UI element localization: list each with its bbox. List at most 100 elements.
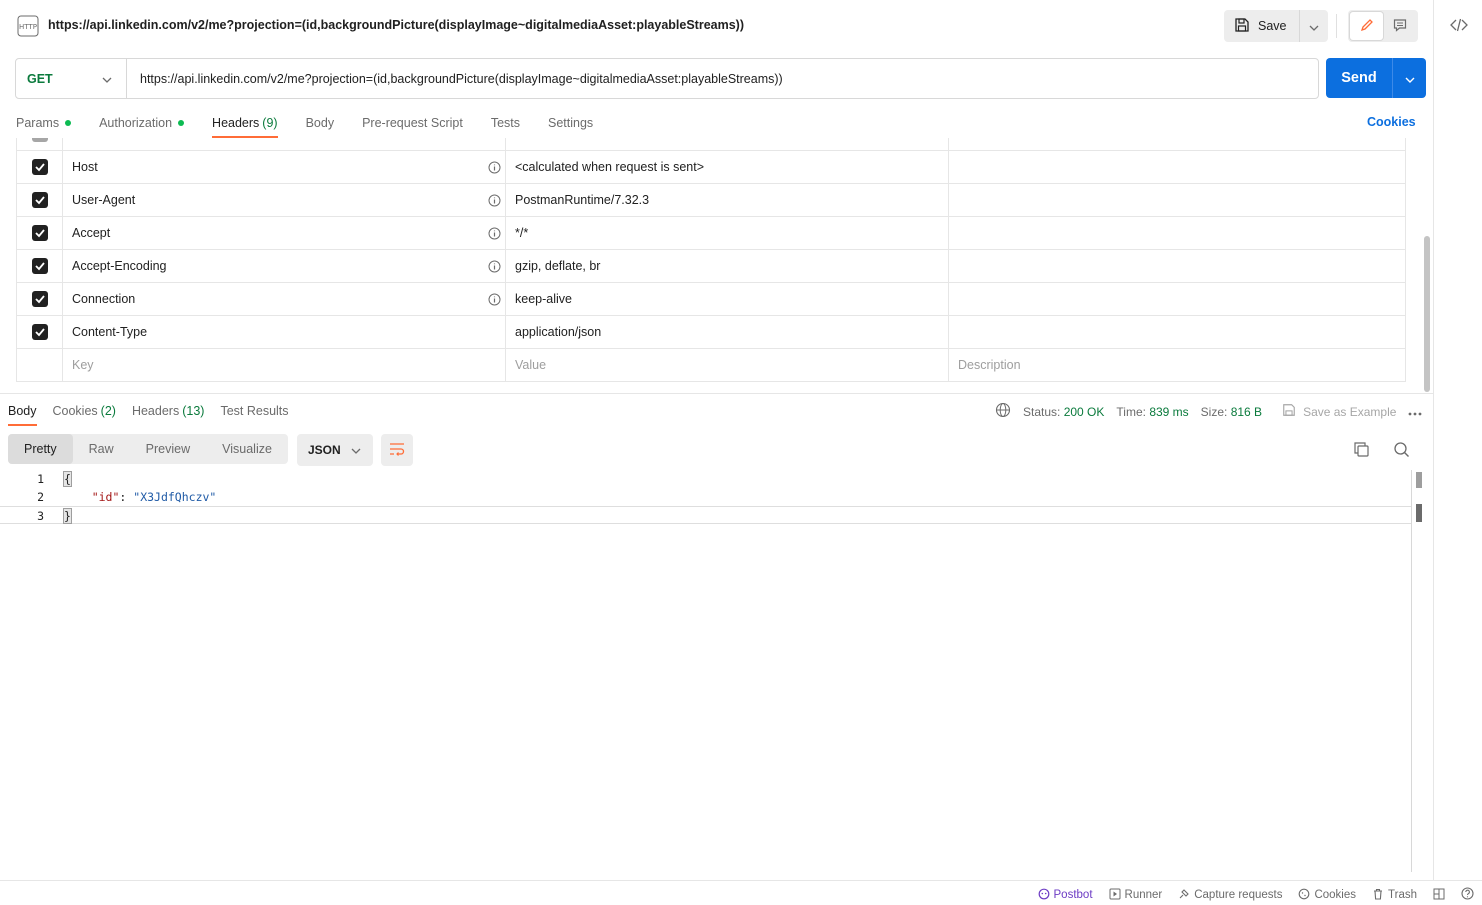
- status-value: 200 OK: [1063, 404, 1105, 419]
- tab-pre-request-script[interactable]: Pre-request Script: [362, 108, 463, 138]
- view-visualize[interactable]: Visualize: [206, 434, 288, 464]
- format-select[interactable]: JSON: [297, 434, 373, 466]
- tab-test-results[interactable]: Test Results: [220, 396, 288, 426]
- header-checkbox[interactable]: [31, 258, 48, 274]
- table-row: User-Agent PostmanRuntime/7.32.3: [16, 183, 1406, 217]
- table-row: Accept */*: [16, 216, 1406, 250]
- header-value[interactable]: PostmanRuntime/7.32.3: [515, 193, 649, 207]
- layout-toggle-button[interactable]: [1433, 888, 1445, 903]
- postbot-button[interactable]: Postbot: [1038, 888, 1093, 903]
- table-row: Content-Type application/json: [16, 315, 1406, 349]
- view-preview[interactable]: Preview: [130, 434, 206, 464]
- status-info[interactable]: Status: 200 OK: [1023, 405, 1104, 419]
- mode-toggle: [1348, 10, 1418, 42]
- help-button[interactable]: [1461, 887, 1474, 903]
- runner-button[interactable]: Runner: [1109, 888, 1162, 903]
- tab-body[interactable]: Body: [306, 108, 335, 138]
- method-select[interactable]: GET: [16, 59, 127, 98]
- save-as-example-button[interactable]: Save as Example: [1282, 403, 1396, 420]
- wrap-lines-button[interactable]: [381, 434, 413, 466]
- header-description[interactable]: [948, 249, 1406, 283]
- title-bar: HTTP https://api.linkedin.com/v2/me?proj…: [0, 0, 1433, 52]
- new-description-input[interactable]: Description: [958, 358, 1021, 372]
- tab-response-body[interactable]: Body: [8, 396, 37, 426]
- send-button[interactable]: Send: [1326, 58, 1393, 98]
- url-input[interactable]: [127, 59, 1318, 98]
- response-code-editor[interactable]: 1 { 2 "id": "X3JdfQhczv" 3 }: [0, 470, 1412, 872]
- time-info[interactable]: Time: 839 ms: [1116, 405, 1188, 419]
- save-icon: [1234, 17, 1250, 36]
- save-group: Save: [1224, 10, 1328, 42]
- tab-authorization[interactable]: Authorization: [99, 108, 185, 138]
- tab-count: (9): [262, 116, 278, 130]
- tab-response-cookies[interactable]: Cookies (2): [53, 396, 116, 426]
- send-options-button[interactable]: [1393, 58, 1426, 98]
- status-dot: [178, 120, 185, 126]
- cookies-button[interactable]: Cookies: [1298, 888, 1356, 903]
- table-row: Accept-Encoding gzip, deflate, br: [16, 249, 1406, 283]
- header-value[interactable]: keep-alive: [515, 292, 572, 306]
- header-value[interactable]: */*: [515, 226, 528, 240]
- layout-icon: [1433, 888, 1445, 903]
- code-icon[interactable]: [1450, 16, 1468, 34]
- cookies-link[interactable]: Cookies: [1367, 115, 1416, 129]
- comment-mode-button[interactable]: [1383, 12, 1416, 40]
- header-value[interactable]: application/json: [515, 325, 601, 339]
- code-scrollbar-marker: [1416, 504, 1422, 522]
- code-scrollbar-thumb[interactable]: [1416, 472, 1422, 488]
- info-icon[interactable]: [488, 161, 501, 174]
- tab-tests[interactable]: Tests: [491, 108, 520, 138]
- tab-headers[interactable]: Headers (9): [212, 108, 278, 138]
- info-icon[interactable]: [488, 194, 501, 207]
- chevron-down-icon: [1309, 19, 1319, 34]
- search-icon[interactable]: [1393, 441, 1410, 461]
- header-key[interactable]: User-Agent: [72, 193, 135, 207]
- info-icon[interactable]: [488, 260, 501, 273]
- new-key-input[interactable]: Key: [72, 358, 94, 372]
- trash-icon: [1372, 888, 1384, 903]
- header-value[interactable]: <calculated when request is sent>: [515, 160, 704, 174]
- header-checkbox[interactable]: [31, 138, 48, 142]
- more-options-icon[interactable]: [1408, 405, 1422, 419]
- header-description[interactable]: [948, 150, 1406, 184]
- tab-response-headers[interactable]: Headers (13): [132, 396, 204, 426]
- header-description[interactable]: [948, 315, 1406, 349]
- tab-params[interactable]: Params: [16, 108, 72, 138]
- header-key[interactable]: Host: [72, 160, 98, 174]
- header-checkbox[interactable]: [31, 192, 48, 208]
- save-button[interactable]: Save: [1224, 10, 1300, 42]
- edit-mode-button[interactable]: [1350, 12, 1383, 40]
- view-raw[interactable]: Raw: [73, 434, 130, 464]
- request-scrollbar[interactable]: [1424, 236, 1430, 392]
- view-pretty[interactable]: Pretty: [8, 434, 73, 464]
- save-label: Save: [1258, 19, 1287, 33]
- header-key[interactable]: Content-Type: [72, 325, 147, 339]
- header-value[interactable]: gzip, deflate, br: [515, 259, 600, 273]
- chevron-down-icon: [351, 443, 361, 457]
- tab-label: Body: [8, 404, 37, 418]
- header-checkbox[interactable]: [31, 225, 48, 241]
- header-description[interactable]: [948, 183, 1406, 217]
- tab-settings[interactable]: Settings: [548, 108, 593, 138]
- new-value-input[interactable]: Value: [515, 358, 546, 372]
- copy-icon[interactable]: [1353, 441, 1370, 461]
- globe-icon[interactable]: [995, 402, 1011, 421]
- header-checkbox[interactable]: [31, 324, 48, 340]
- trash-button[interactable]: Trash: [1372, 888, 1417, 903]
- postbot-icon: [1038, 888, 1050, 903]
- tab-label: Pre-request Script: [362, 116, 463, 130]
- header-description[interactable]: [948, 282, 1406, 316]
- header-key[interactable]: Connection: [72, 292, 135, 306]
- info-icon[interactable]: [488, 293, 501, 306]
- header-key[interactable]: Accept-Encoding: [72, 259, 167, 273]
- size-info[interactable]: Size: 816 B: [1201, 405, 1262, 419]
- tab-label: Cookies: [52, 404, 98, 418]
- save-options-button[interactable]: [1300, 10, 1328, 42]
- header-description[interactable]: [948, 216, 1406, 250]
- info-icon[interactable]: [488, 227, 501, 240]
- request-title[interactable]: https://api.linkedin.com/v2/me?projectio…: [48, 18, 744, 32]
- header-checkbox[interactable]: [31, 159, 48, 175]
- header-key[interactable]: Accept: [72, 226, 110, 240]
- header-checkbox[interactable]: [31, 291, 48, 307]
- capture-requests-button[interactable]: Capture requests: [1178, 888, 1282, 903]
